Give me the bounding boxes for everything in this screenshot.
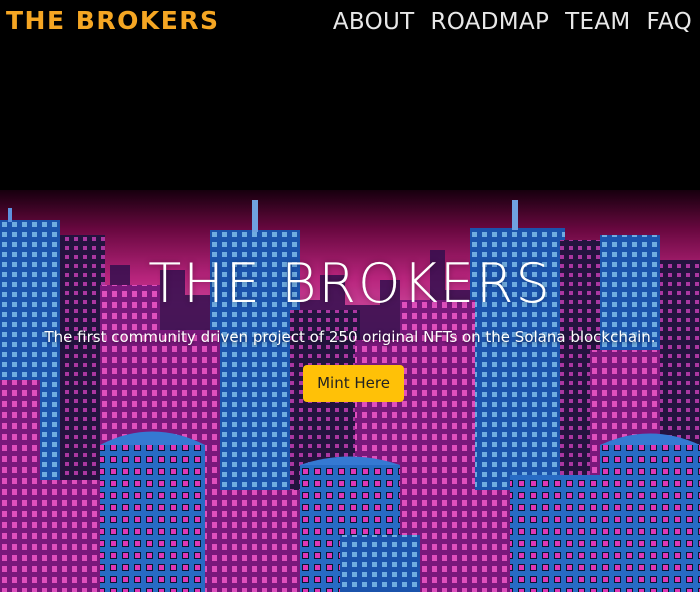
hero-title: THE BROKERS [148, 252, 552, 315]
hero-section: THE BROKERS The first community driven p… [0, 190, 700, 592]
nav-link-team[interactable]: TEAM [565, 8, 630, 36]
hero-subtitle: The first community driven project of 25… [44, 328, 656, 346]
mint-button[interactable]: Mint Here [303, 365, 404, 402]
site-header: THE BROKERS ABOUT ROADMAP TEAM FAQ [0, 0, 700, 44]
site-logo[interactable]: THE BROKERS [6, 6, 220, 36]
nav-link-faq[interactable]: FAQ [647, 8, 692, 36]
nav-link-roadmap[interactable]: ROADMAP [430, 8, 549, 36]
main-nav: ABOUT ROADMAP TEAM FAQ [333, 8, 692, 36]
nav-link-about[interactable]: ABOUT [333, 8, 415, 36]
